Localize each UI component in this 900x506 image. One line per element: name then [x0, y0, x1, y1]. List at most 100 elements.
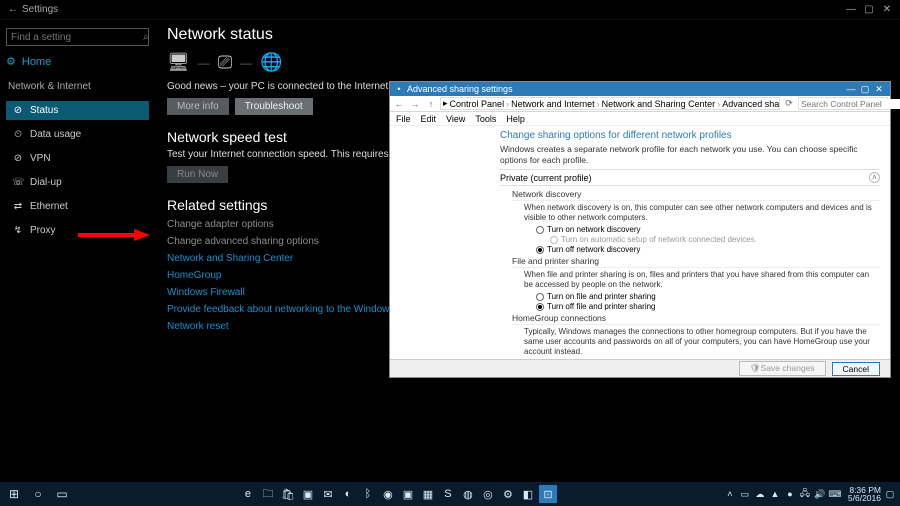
cancel-button[interactable]: Cancel: [832, 362, 880, 376]
vpn-icon: ⊘: [12, 153, 24, 164]
window-title: Settings: [22, 4, 842, 15]
taskbar: ⊞ ○ ▭ e 🗀 🛍 ▣ ✉ ◐ ᛒ ◉ ▣ ▦ S ◍ ◎ ⚙ ◧ ⊡ ˄ …: [0, 482, 900, 506]
sidebar-item-ethernet[interactable]: ⇄Ethernet: [6, 197, 149, 216]
app-icon[interactable]: ◍: [459, 485, 477, 503]
asw-up[interactable]: ↑: [424, 99, 438, 109]
media-icon[interactable]: ▣: [299, 485, 317, 503]
category-heading: Network & Internet: [8, 81, 149, 92]
asw-intro: Windows creates a separate network profi…: [500, 144, 880, 165]
app-icon[interactable]: ◎: [479, 485, 497, 503]
settings-sidebar: ⌕ ⚙ Home Network & Internet ⊘Status ⏲Dat…: [0, 20, 155, 482]
gear-icon: ⚙: [6, 55, 16, 68]
tray-overflow[interactable]: ˄: [724, 488, 736, 500]
home-label: Home: [22, 56, 51, 68]
settings-search[interactable]: ⌕: [6, 28, 149, 46]
menu-file[interactable]: File: [396, 114, 411, 124]
crumb[interactable]: Network and Internet: [511, 99, 595, 109]
net-discovery-heading: Network discovery: [512, 189, 880, 201]
task-view-button[interactable]: ▭: [52, 484, 72, 504]
window-titlebar: ← Settings — ▢ ✕: [0, 0, 900, 20]
steam-icon[interactable]: ◐: [339, 485, 357, 503]
asw-close[interactable]: ✕: [872, 84, 886, 95]
network-tray-icon[interactable]: 🖧: [799, 488, 811, 500]
chrome-icon[interactable]: ◉: [379, 485, 397, 503]
crumb[interactable]: Advanced sharing settings: [722, 99, 780, 109]
start-button[interactable]: ⊞: [4, 484, 24, 504]
nav-label: Proxy: [30, 225, 56, 236]
crumb[interactable]: Network and Sharing Center: [602, 99, 716, 109]
menu-edit[interactable]: Edit: [421, 114, 437, 124]
asw-minimize[interactable]: —: [844, 84, 858, 94]
app-icon[interactable]: ◧: [519, 485, 537, 503]
action-center-icon[interactable]: ▢: [884, 488, 896, 500]
sidebar-item-dialup[interactable]: ☏Dial-up: [6, 173, 149, 192]
sidebar-item-vpn[interactable]: ⊘VPN: [6, 149, 149, 168]
chevron-up-icon[interactable]: ˄: [869, 172, 880, 183]
menu-tools[interactable]: Tools: [475, 114, 496, 124]
asw-search-input[interactable]: [799, 99, 900, 109]
nav-label: Ethernet: [30, 201, 68, 212]
maximize-button[interactable]: ▢: [860, 4, 878, 15]
tray-icon[interactable]: ●: [784, 488, 796, 500]
radio-fps-off[interactable]: Turn off file and printer sharing: [536, 302, 880, 311]
menu-help[interactable]: Help: [506, 114, 525, 124]
home-link[interactable]: ⚙ Home: [6, 55, 149, 68]
radio-netdisc-off[interactable]: Turn off network discovery: [536, 245, 880, 254]
crumb[interactable]: Control Panel: [450, 99, 505, 109]
asw-maximize[interactable]: ▢: [858, 84, 872, 95]
radio-fps-on[interactable]: Turn on file and printer sharing: [536, 292, 880, 301]
profile-row[interactable]: Private (current profile) ˄: [500, 169, 880, 186]
radio-netdisc-on[interactable]: Turn on network discovery: [536, 225, 880, 234]
asw-menubar: File Edit View Tools Help: [390, 112, 890, 126]
gear-icon[interactable]: ⚙: [499, 485, 517, 503]
shield-icon: 🛡: [750, 363, 761, 373]
asw-refresh[interactable]: ⟳: [782, 98, 796, 109]
nav-label: Status: [30, 105, 58, 116]
bluetooth-icon[interactable]: ᛒ: [359, 485, 377, 503]
asw-titlebar: • Advanced sharing settings — ▢ ✕: [390, 82, 890, 96]
skype-icon[interactable]: S: [439, 485, 457, 503]
link-line: —: [198, 56, 210, 70]
profile-label: Private (current profile): [500, 173, 869, 183]
back-button[interactable]: ←: [4, 4, 22, 15]
search-icon: ⌕: [143, 32, 149, 43]
asw-breadcrumb[interactable]: ▸ Control Panel› Network and Internet› N…: [440, 97, 780, 110]
settings-taskbar-icon[interactable]: ⊡: [539, 485, 557, 503]
asw-forward[interactable]: →: [408, 99, 422, 109]
close-button[interactable]: ✕: [878, 4, 896, 15]
app-icon[interactable]: ▣: [399, 485, 417, 503]
onedrive-icon[interactable]: ☁: [754, 488, 766, 500]
fps-heading: File and printer sharing: [512, 256, 880, 268]
router-icon: ⎚: [218, 52, 232, 73]
clock-date: 5/6/2016: [848, 494, 881, 503]
asw-search[interactable]: [798, 97, 888, 110]
volume-icon[interactable]: 🔊: [814, 488, 826, 500]
more-info-button[interactable]: More info: [167, 98, 229, 115]
breadcrumb-icon: ▸: [443, 98, 448, 109]
search-input[interactable]: [11, 32, 143, 43]
asw-footer: 🛡Save changes Cancel: [390, 359, 890, 377]
run-now-button[interactable]: Run Now: [167, 166, 228, 183]
explorer-icon[interactable]: 🗀: [259, 485, 277, 503]
system-tray: ˄ ▭ ☁ ▲ ● 🖧 🔊 ⌨ 8:36 PM 5/6/2016 ▢: [724, 486, 896, 503]
sidebar-item-data-usage[interactable]: ⏲Data usage: [6, 125, 149, 144]
keyboard-icon[interactable]: ⌨: [829, 488, 841, 500]
pc-icon: 🖥: [167, 52, 190, 73]
globe-icon: 🌐: [260, 52, 282, 73]
sidebar-item-status[interactable]: ⊘Status: [6, 101, 149, 120]
app-icon[interactable]: ▦: [419, 485, 437, 503]
minimize-button[interactable]: —: [842, 4, 860, 15]
cortana-button[interactable]: ○: [28, 484, 48, 504]
troubleshoot-button[interactable]: Troubleshoot: [235, 98, 313, 115]
store-icon[interactable]: 🛍: [279, 485, 297, 503]
asw-back[interactable]: ←: [392, 99, 406, 109]
edge-icon[interactable]: e: [239, 485, 257, 503]
mail-icon[interactable]: ✉: [319, 485, 337, 503]
clock[interactable]: 8:36 PM 5/6/2016: [848, 486, 881, 503]
proxy-icon: ↯: [12, 225, 24, 236]
link-line: —: [240, 56, 252, 70]
tray-icon[interactable]: ▲: [769, 488, 781, 500]
asw-title: Advanced sharing settings: [404, 84, 844, 94]
tray-icon[interactable]: ▭: [739, 488, 751, 500]
menu-view[interactable]: View: [446, 114, 465, 124]
